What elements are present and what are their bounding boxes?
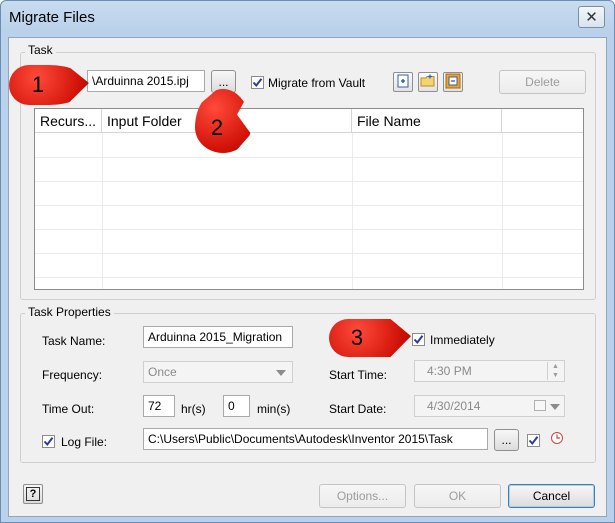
start-date-value: 4/30/2014 (427, 399, 481, 413)
add-folder-button[interactable] (418, 72, 438, 92)
task-settings-icon (445, 73, 461, 92)
timeout-minutes-value: 0 (228, 399, 235, 413)
dialog-client-area: Task \Arduinna 2015.ipj ... Migrate from… (8, 37, 607, 517)
project-file-field[interactable]: \Arduinna 2015.ipj (87, 70, 205, 92)
close-icon: ✕ (585, 9, 598, 26)
new-file-icon (396, 74, 410, 91)
cancel-button-label: Cancel (532, 489, 571, 503)
table-row[interactable] (35, 254, 583, 278)
log-option-checkbox[interactable] (527, 434, 540, 447)
log-file-field[interactable]: C:\Users\Public\Documents\Autodesk\Inven… (143, 428, 488, 450)
task-properties-group-label: Task Properties (25, 305, 114, 319)
table-row[interactable] (35, 158, 583, 182)
task-file-grid[interactable]: Recurs... Input Folder File Name (34, 108, 584, 290)
migrate-from-vault-checkbox[interactable] (251, 76, 264, 89)
timeout-hours-value: 72 (148, 399, 162, 413)
table-row[interactable] (35, 182, 583, 206)
table-row[interactable] (35, 206, 583, 230)
start-date-field[interactable]: 4/30/2014 (414, 395, 565, 417)
ok-button-label: OK (448, 489, 467, 503)
ok-button[interactable]: OK (414, 484, 501, 508)
spin-up-icon[interactable]: ▲ (548, 362, 563, 371)
frequency-value: Once (148, 365, 177, 379)
browse-log-label: ... (501, 433, 512, 447)
title-bar[interactable]: Migrate Files ✕ (1, 1, 614, 35)
timeout-label: Time Out: (42, 402, 95, 416)
checkmark-icon (43, 437, 54, 447)
chevron-down-icon (276, 370, 286, 376)
browse-project-label: ... (218, 74, 229, 89)
task-name-value: Arduinna 2015_Migration (148, 330, 283, 344)
log-file-value: C:\Users\Public\Documents\Autodesk\Inven… (148, 432, 453, 446)
help-icon: ? (25, 487, 41, 501)
spin-down-icon[interactable]: ▼ (548, 371, 563, 380)
delete-button[interactable]: Delete (499, 70, 586, 94)
help-button[interactable]: ? (23, 484, 43, 504)
window-title: Migrate Files (9, 9, 95, 26)
calendar-icon[interactable] (534, 400, 546, 411)
options-button-label: Options... (336, 489, 389, 503)
cancel-button[interactable]: Cancel (508, 484, 595, 508)
hours-unit-label: hr(s) (181, 402, 206, 416)
frequency-select[interactable]: Once (143, 361, 293, 383)
task-group-label: Task (25, 43, 56, 57)
start-date-label: Start Date: (329, 402, 387, 416)
edit-task-button[interactable] (443, 72, 463, 92)
chevron-down-icon[interactable] (550, 404, 560, 410)
callout-3-number: 3 (350, 325, 364, 350)
log-file-label[interactable]: Log File: (61, 435, 107, 449)
checkmark-icon (413, 335, 424, 345)
task-name-label: Task Name: (42, 334, 106, 348)
migrate-from-vault-label[interactable]: Migrate from Vault (268, 76, 365, 90)
folder-add-icon (420, 74, 436, 91)
browse-log-button[interactable]: ... (494, 429, 519, 451)
start-time-spinner[interactable]: ▲ ▼ (547, 362, 563, 380)
callout-2-number: 2 (210, 115, 224, 140)
column-extra (502, 109, 583, 133)
column-file-name[interactable]: File Name (352, 109, 502, 133)
table-row[interactable] (35, 230, 583, 254)
frequency-label: Frequency: (42, 368, 103, 382)
table-row[interactable] (35, 134, 583, 158)
task-name-field[interactable]: Arduinna 2015_Migration (143, 326, 293, 348)
add-task-button[interactable] (393, 72, 413, 92)
delete-button-label: Delete (525, 75, 560, 89)
timeout-minutes-field[interactable]: 0 (223, 395, 250, 417)
timeout-hours-field[interactable]: 72 (143, 395, 175, 417)
minutes-unit-label: min(s) (257, 402, 291, 416)
immediately-label[interactable]: Immediately (430, 333, 495, 347)
project-file-value: \Arduinna 2015.ipj (92, 74, 189, 88)
callout-1-number: 1 (31, 72, 45, 97)
start-time-value: 4:30 PM (427, 364, 472, 378)
grid-header: Recurs... Input Folder File Name (35, 109, 583, 133)
start-time-label: Start Time: (329, 368, 388, 382)
column-recursive[interactable]: Recurs... (35, 109, 102, 133)
dialog-window: Migrate Files ✕ Task \Arduinna 2015.ipj … (0, 0, 615, 523)
close-button[interactable]: ✕ (578, 6, 605, 28)
checkmark-icon (528, 436, 539, 446)
clock-icon[interactable] (550, 431, 564, 448)
log-file-checkbox[interactable] (42, 435, 55, 448)
options-button[interactable]: Options... (319, 484, 406, 508)
immediately-checkbox[interactable] (412, 333, 425, 346)
start-time-field[interactable]: 4:30 PM ▲ ▼ (414, 360, 565, 382)
checkmark-icon (252, 78, 263, 88)
